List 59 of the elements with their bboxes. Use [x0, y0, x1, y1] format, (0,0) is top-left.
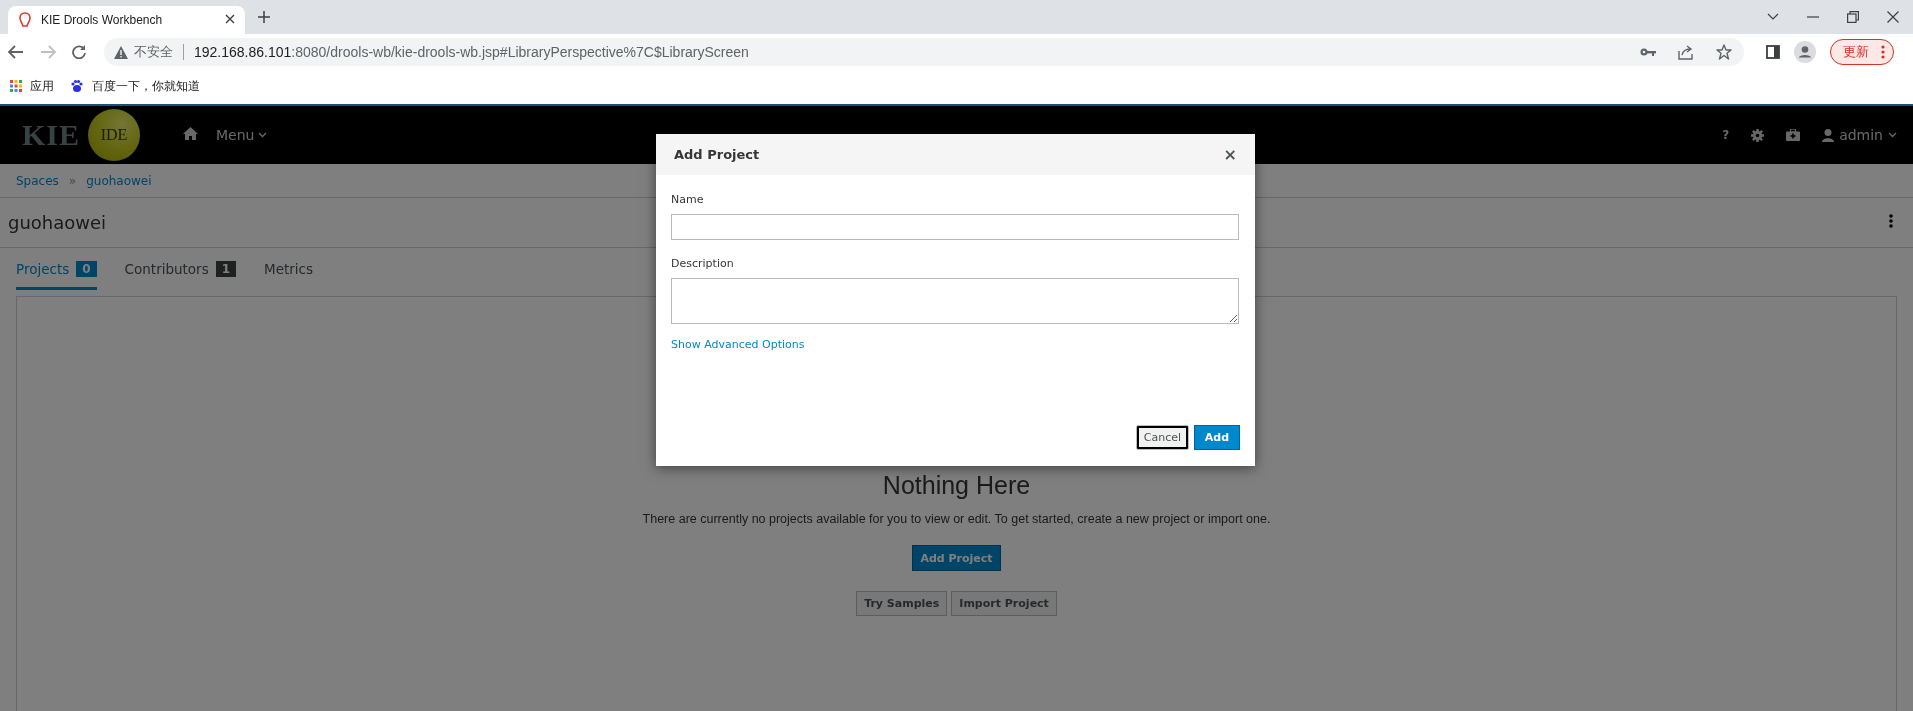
field-label: Description: [671, 257, 735, 270]
user-menu[interactable]: admin: [1822, 127, 1897, 143]
chevron-down-icon: [258, 132, 268, 138]
update-button[interactable]: 更新: [1830, 39, 1894, 65]
favicon-icon: [18, 12, 32, 28]
browser-tab[interactable]: KIE Drools Workbench: [8, 6, 245, 34]
new-tab-icon[interactable]: [258, 11, 270, 23]
share-icon[interactable]: [1678, 44, 1694, 60]
key-icon[interactable]: [1640, 47, 1656, 57]
name-field[interactable]: [671, 214, 1239, 240]
menu-link[interactable]: Menu: [216, 127, 268, 143]
dialog-title: Add Project: [674, 147, 760, 162]
address-bar[interactable]: 不安全 192.168.86.101:8080/drools-wb/kie-drools-wb.jsp#LibraryPerspective%7C$LibraryScreen: [104, 38, 1744, 66]
breadcrumb-link[interactable]: Spaces: [16, 173, 59, 188]
kebab-icon[interactable]: [1889, 214, 1893, 228]
dialog-button[interactable]: Add: [1194, 425, 1240, 450]
apps-grid-icon: [10, 80, 22, 92]
help-link[interactable]: ?: [1722, 128, 1730, 142]
reload-icon[interactable]: [72, 45, 86, 59]
breadcrumb-link[interactable]: guohaowei: [86, 173, 152, 188]
chevron-down-icon[interactable]: [1767, 13, 1779, 21]
count-badge: 0: [76, 260, 97, 277]
bookmark[interactable]: 应用: [10, 77, 54, 95]
library-tab[interactable]: Contributors 1: [124, 252, 237, 290]
field-label: Name: [671, 193, 705, 206]
empty-message: There are currently no projects available for you to view or edit. To get started, create a new project or import one.: [642, 512, 1271, 526]
advanced-options-link[interactable]: Show Advanced Options: [671, 338, 805, 351]
ide-logo: IDE: [88, 109, 141, 161]
dialog-button[interactable]: Cancel: [1135, 425, 1189, 450]
library-tab[interactable]: Projects 0: [16, 252, 97, 290]
logo-text: KIE: [22, 118, 81, 152]
bookmark[interactable]: 百度一下，你就知道: [70, 77, 200, 95]
user-icon: [1822, 128, 1835, 142]
more-icon[interactable]: [1881, 45, 1885, 59]
action-button[interactable]: Import Project: [951, 591, 1057, 616]
close-tab-icon[interactable]: [225, 14, 235, 24]
restore-icon[interactable]: [1847, 11, 1859, 23]
security-label: 不安全: [134, 43, 173, 61]
side-panel-icon[interactable]: [1766, 45, 1780, 59]
description-field[interactable]: [671, 278, 1239, 324]
url-text: 192.168.86.101:8080/drools-wb/kie-drools-wb.jsp#LibraryPerspective%7C$LibraryScreen: [194, 44, 749, 60]
close-button[interactable]: ×: [1223, 145, 1237, 164]
empty-title: Nothing Here: [882, 471, 1031, 500]
avatar-icon[interactable]: [1794, 41, 1816, 63]
case-icon[interactable]: [1786, 129, 1801, 141]
action-button[interactable]: Try Samples: [856, 591, 948, 616]
warning-icon: [114, 45, 128, 59]
back-icon[interactable]: [8, 45, 24, 59]
home-icon[interactable]: [183, 127, 199, 140]
add-project-button[interactable]: Add Project: [912, 545, 1001, 571]
paw-icon: [70, 79, 84, 93]
library-tab[interactable]: Metrics: [264, 252, 314, 290]
close-window-icon[interactable]: [1887, 11, 1899, 23]
count-badge: 1: [215, 260, 237, 277]
settings-icon[interactable]: [1751, 128, 1765, 142]
star-icon[interactable]: [1716, 44, 1732, 60]
space-title: guohaowei: [8, 212, 107, 233]
breadcrumb-separator: »: [68, 173, 77, 188]
chevron-down-icon: [1888, 132, 1897, 138]
